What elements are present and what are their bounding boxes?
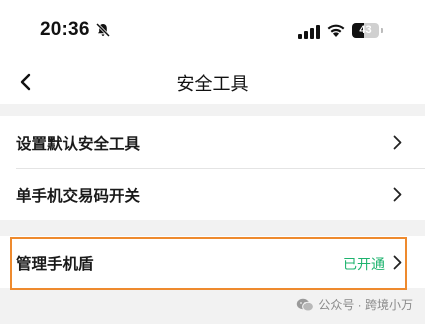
battery-indicator: 43 [352,23,379,38]
battery-level: 43 [359,24,372,36]
status-bar: 20:36 43 [0,0,425,60]
settings-list-2: 管理手机盾 已开通 [0,236,425,288]
page-title: 安全工具 [176,74,249,94]
row-manage-phone-shield[interactable]: 管理手机盾 已开通 [0,236,425,288]
row-label: 单手机交易码开关 [16,188,141,205]
cellular-signal-icon [298,25,320,39]
watermark-text: 公众号 · 跨境小万 [318,298,413,312]
status-enabled-text: 已开通 [343,256,385,272]
row-label: 管理手机盾 [16,256,94,273]
chevron-right-icon [393,135,402,150]
status-time: 20:36 [40,19,90,40]
row-label: 设置默认安全工具 [16,136,141,153]
wechat-icon [297,298,315,312]
wifi-icon [326,22,346,38]
watermark: 公众号 · 跨境小万 [296,296,413,313]
navigation-bar: 安全工具 [0,60,425,104]
bell-muted-icon [95,22,111,38]
settings-list: 设置默认安全工具 单手机交易码开关 [0,116,425,220]
chevron-right-icon [393,255,402,270]
battery-cap [381,28,383,33]
row-single-phone-transaction-code-toggle[interactable]: 单手机交易码开关 [0,168,425,220]
row-set-default-security-tool[interactable]: 设置默认安全工具 [0,116,425,168]
chevron-right-icon [393,187,402,202]
